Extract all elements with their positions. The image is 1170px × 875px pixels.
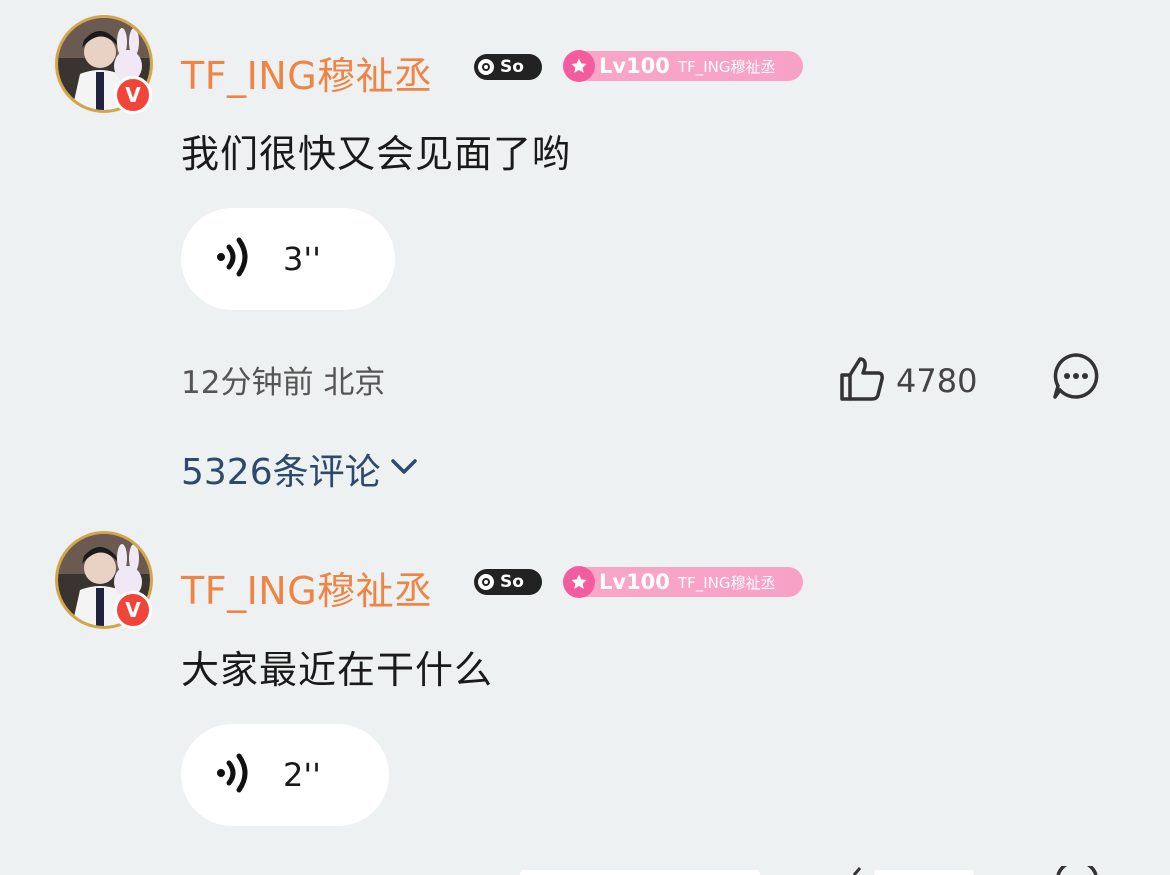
level-name: TF_ING穆祉丞 bbox=[677, 573, 776, 592]
so-badge: So bbox=[474, 569, 542, 595]
next-row-partial bbox=[0, 866, 1170, 875]
star-icon bbox=[563, 566, 595, 598]
speaker-icon bbox=[215, 753, 253, 797]
username[interactable]: TF_ING穆祉丞 bbox=[181, 560, 433, 615]
voice-duration: 2'' bbox=[283, 756, 321, 794]
so-ring-icon bbox=[478, 574, 494, 590]
verified-badge: V bbox=[114, 591, 152, 629]
post-2: V TF_ING穆祉丞 So Lv100 TF_ING穆祉丞 大家最近在干什么 … bbox=[0, 0, 1170, 875]
level-badge: Lv100 TF_ING穆祉丞 bbox=[563, 566, 803, 598]
level-value: Lv100 bbox=[599, 570, 670, 594]
so-badge-label: So bbox=[500, 572, 524, 592]
post-text: 大家最近在干什么 bbox=[181, 648, 494, 692]
voice-message[interactable]: 2'' bbox=[181, 724, 389, 826]
